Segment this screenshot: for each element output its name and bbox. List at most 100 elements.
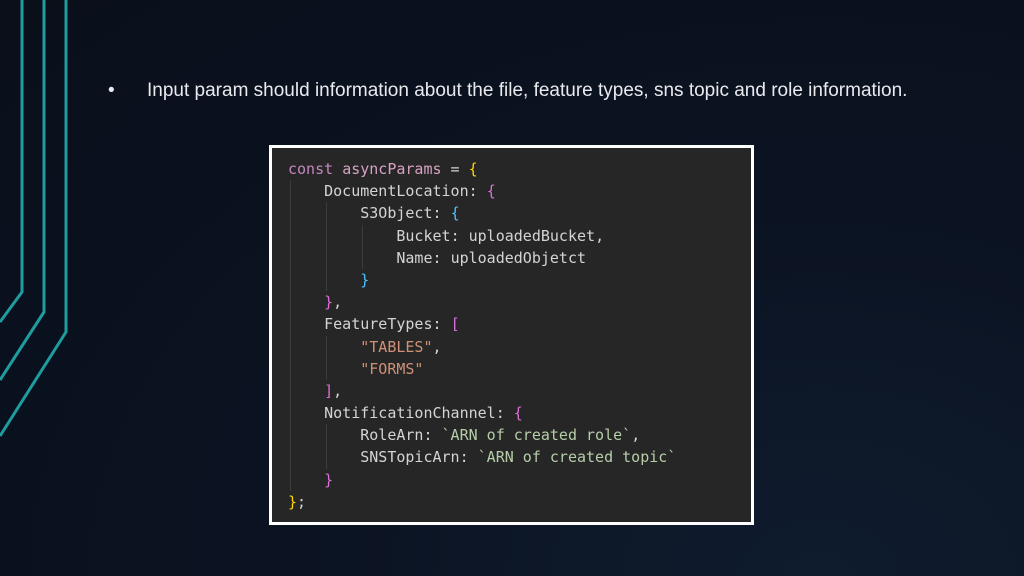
indent-guide — [326, 424, 328, 447]
indent-guide — [290, 379, 291, 403]
bullet-point: • Input param should information about t… — [108, 78, 914, 104]
code-line: RoleArn: `ARN of created role`, — [288, 424, 676, 447]
indent-guide — [326, 202, 328, 225]
code-line: "FORMS" — [288, 357, 676, 380]
code-line: ], — [288, 379, 676, 403]
code-snippet-frame: const asyncParams = { DocumentLocation: … — [269, 145, 754, 525]
code-line: DocumentLocation: { — [288, 180, 676, 203]
code-token: } — [324, 293, 334, 312]
code-line: Name: uploadedObjetct — [288, 246, 676, 269]
code-token: SNSTopicArn — [360, 448, 460, 467]
indent-guide — [326, 357, 328, 380]
indent-guide — [290, 180, 291, 203]
code-token: uploadedBucket — [468, 226, 596, 245]
indent-guide — [326, 246, 328, 269]
code-line: }; — [288, 491, 676, 513]
code-block: const asyncParams = { DocumentLocation: … — [288, 158, 676, 513]
indent-guide — [290, 446, 291, 469]
code-token: } — [360, 270, 370, 289]
code-token: , — [333, 381, 343, 400]
indent-guide — [290, 313, 291, 336]
indent-guide — [326, 268, 328, 292]
code-token: : — [450, 226, 469, 245]
indent-guide — [290, 246, 291, 269]
code-token: : — [423, 426, 442, 445]
code-token: asyncParams — [342, 160, 442, 178]
indent-guide — [290, 268, 291, 292]
indent-guide — [290, 424, 291, 447]
indent-guide — [326, 446, 328, 469]
code-token: DocumentLocation — [324, 182, 469, 201]
code-token: Bucket — [396, 226, 451, 245]
code-token: , — [432, 337, 442, 356]
code-line: SNSTopicArn: `ARN of created topic` — [288, 446, 677, 469]
code-token: , — [631, 426, 641, 445]
code-token: const — [288, 160, 343, 178]
indent-guide — [290, 468, 291, 491]
indent-guide — [326, 224, 328, 247]
code-line: }, — [288, 291, 676, 314]
code-token: "FORMS" — [360, 359, 424, 378]
indent-guide — [290, 335, 291, 358]
code-line: NotificationChannel: { — [288, 402, 676, 425]
code-token: `ARN of created topic` — [477, 448, 677, 467]
code-token: Name — [396, 248, 433, 267]
indent-guide — [326, 335, 328, 358]
code-token: : — [432, 315, 451, 334]
code-token: { — [486, 182, 496, 201]
indent-guide — [290, 402, 291, 425]
code-token: ; — [297, 492, 307, 511]
code-line: } — [288, 468, 676, 491]
code-token: : — [459, 448, 478, 467]
code-token: : — [432, 204, 451, 223]
code-token: "TABLES" — [360, 337, 433, 356]
code-token: ] — [324, 381, 334, 400]
code-line: Bucket: uploadedBucket, — [288, 224, 676, 247]
code-token: FeatureTypes — [324, 315, 433, 334]
code-line: FeatureTypes: [ — [288, 313, 676, 336]
code-token: uploadedObjetct — [450, 248, 587, 267]
code-token: RoleArn — [360, 426, 424, 445]
code-token: { — [513, 404, 523, 423]
code-token: [ — [450, 315, 460, 334]
bullet-symbol: • — [108, 80, 115, 101]
code-line: S3Object: { — [288, 202, 676, 225]
code-line: const asyncParams = { — [288, 158, 676, 180]
indent-guide — [290, 291, 291, 314]
indent-guide — [362, 246, 364, 269]
code-token: : — [495, 404, 514, 423]
code-token: } — [288, 492, 298, 511]
code-token: , — [595, 226, 605, 245]
code-token: `ARN of created role` — [441, 426, 632, 445]
indent-guide — [290, 224, 291, 247]
code-token: = — [441, 160, 469, 178]
code-token: NotificationChannel — [324, 404, 496, 423]
code-token: , — [333, 293, 343, 312]
indent-guide — [290, 357, 291, 380]
code-token: : — [432, 248, 451, 267]
code-token: S3Object — [360, 204, 433, 223]
code-token: { — [450, 204, 460, 223]
indent-guide — [290, 202, 291, 225]
code-token: { — [468, 160, 478, 178]
code-token: : — [468, 182, 487, 201]
code-line: } — [288, 268, 676, 292]
code-line: "TABLES", — [288, 335, 676, 358]
bullet-text: Input param should information about the… — [147, 80, 908, 101]
decorative-teal-lines — [0, 0, 68, 437]
code-token: } — [324, 470, 334, 489]
